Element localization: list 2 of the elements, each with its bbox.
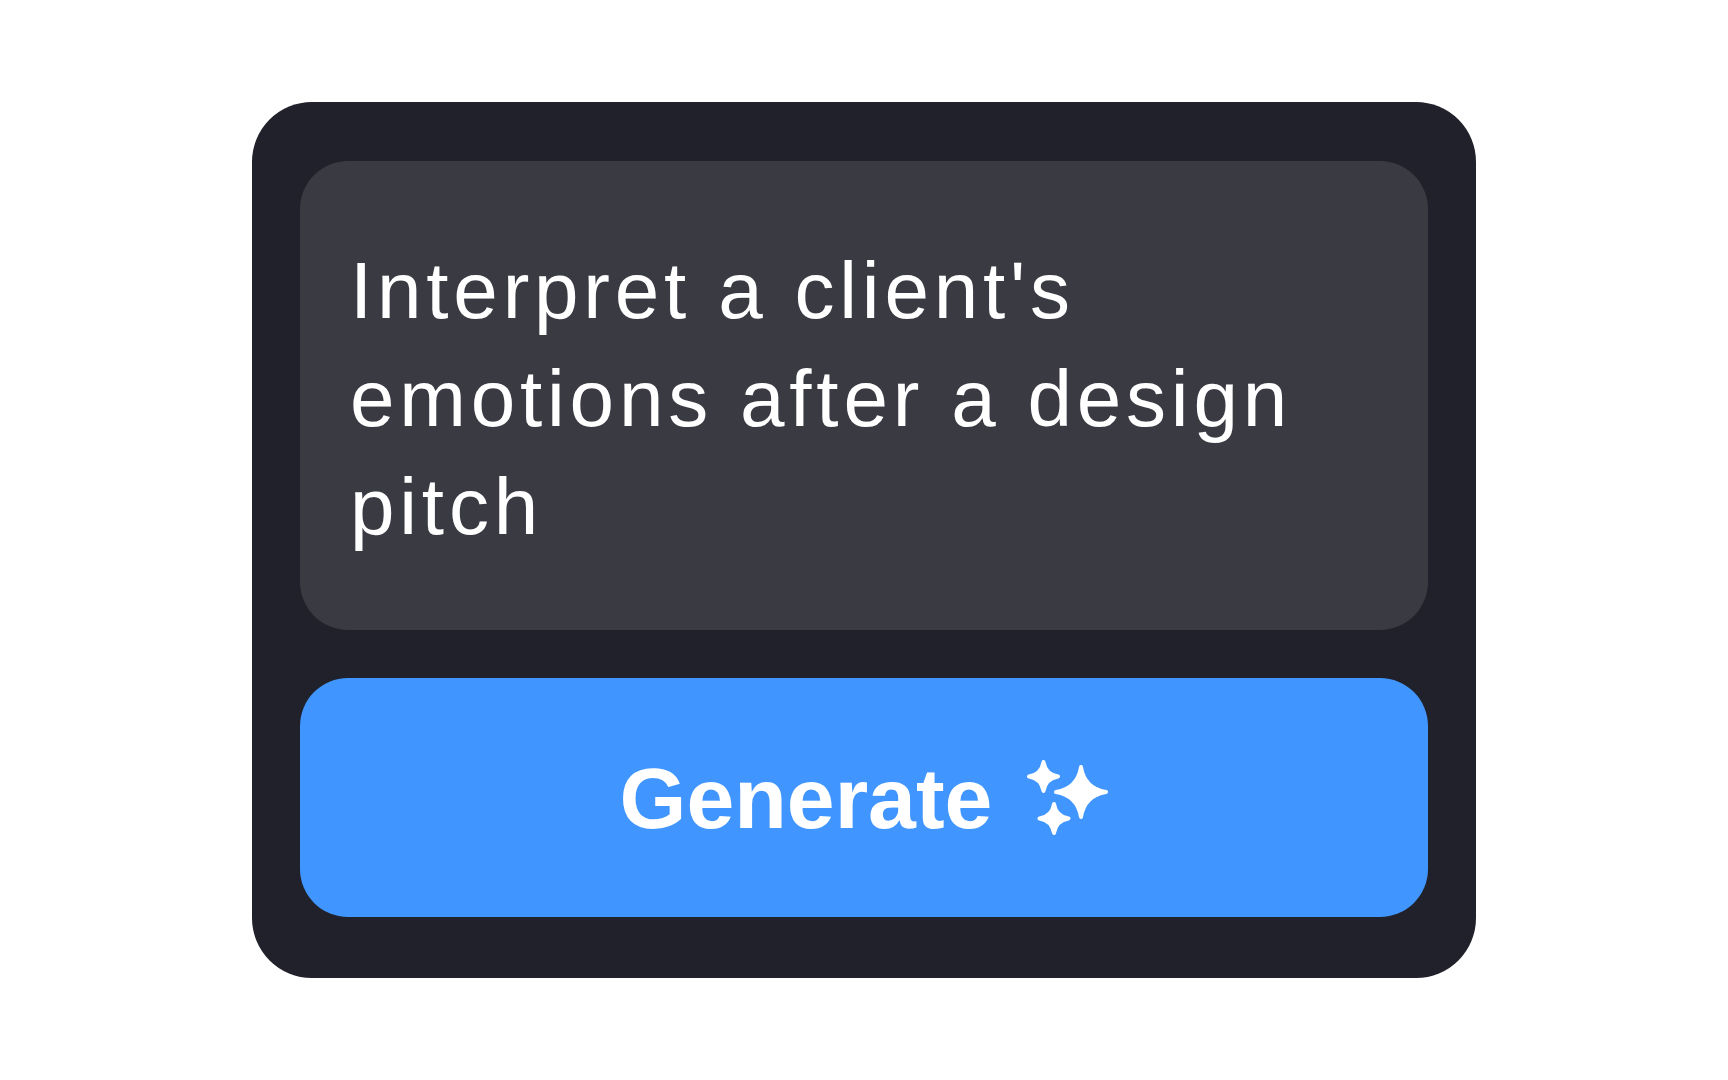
- prompt-field[interactable]: Interpret a client's emotions after a design pitch: [300, 161, 1428, 630]
- sparkle-icon: [1027, 760, 1109, 835]
